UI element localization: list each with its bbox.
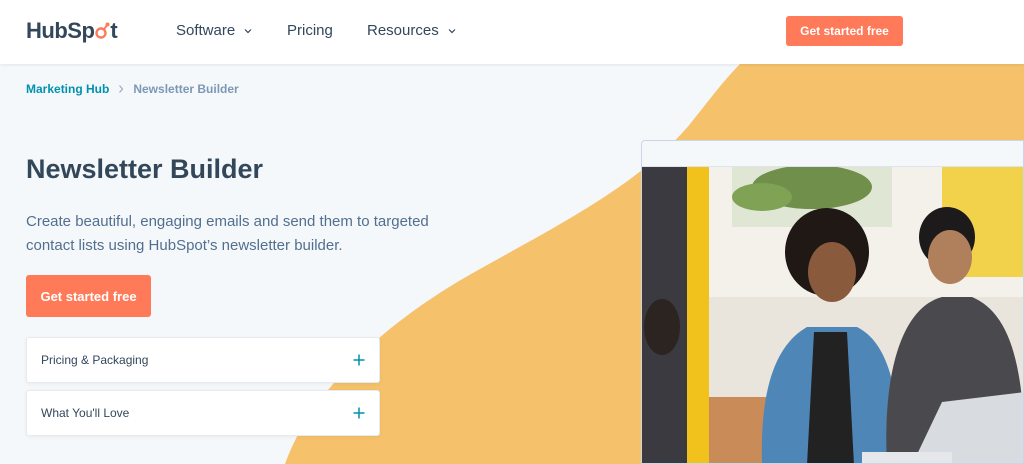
people-at-laptop-image: [642, 167, 1023, 463]
plus-icon: [353, 407, 365, 419]
chevron-down-icon: [244, 28, 252, 33]
browser-mockup: [641, 140, 1024, 464]
hero-get-started-button[interactable]: Get started free: [26, 275, 151, 317]
plus-icon: [353, 354, 365, 366]
logo-text: HubSp: [26, 18, 95, 43]
nav-resources-label: Resources: [367, 22, 439, 39]
nav-software-label: Software: [176, 22, 236, 39]
sprocket-icon: [94, 18, 110, 44]
nav-software[interactable]: Software: [176, 22, 253, 39]
page-title: Newsletter Builder: [26, 154, 264, 184]
chevron-right-icon: [119, 85, 124, 93]
breadcrumb-current: Newsletter Builder: [133, 82, 239, 96]
breadcrumb: Marketing Hub Newsletter Builder: [26, 82, 239, 96]
header-get-started-button[interactable]: Get started free: [786, 16, 903, 46]
nav-resources[interactable]: Resources: [367, 22, 457, 39]
page-description: Create beautiful, engaging emails and se…: [26, 213, 429, 254]
breadcrumb-marketing-hub[interactable]: Marketing Hub: [26, 82, 109, 96]
logo-text-end: t: [110, 18, 118, 43]
browser-bar: [642, 141, 1023, 167]
accordion-label: Pricing & Packaging: [41, 353, 149, 367]
top-navigation: HubSp t Software Pricing Resources Get s…: [0, 0, 1024, 64]
nav-pricing[interactable]: Pricing: [287, 22, 333, 39]
hubspot-logo[interactable]: HubSp t: [26, 18, 118, 44]
accordion-what-youll-love[interactable]: What You'll Love: [26, 390, 380, 436]
nav-pricing-label: Pricing: [287, 22, 333, 39]
accordion-label: What You'll Love: [41, 406, 130, 420]
accordion-pricing-packaging[interactable]: Pricing & Packaging: [26, 337, 380, 383]
chevron-down-icon: [448, 28, 456, 33]
